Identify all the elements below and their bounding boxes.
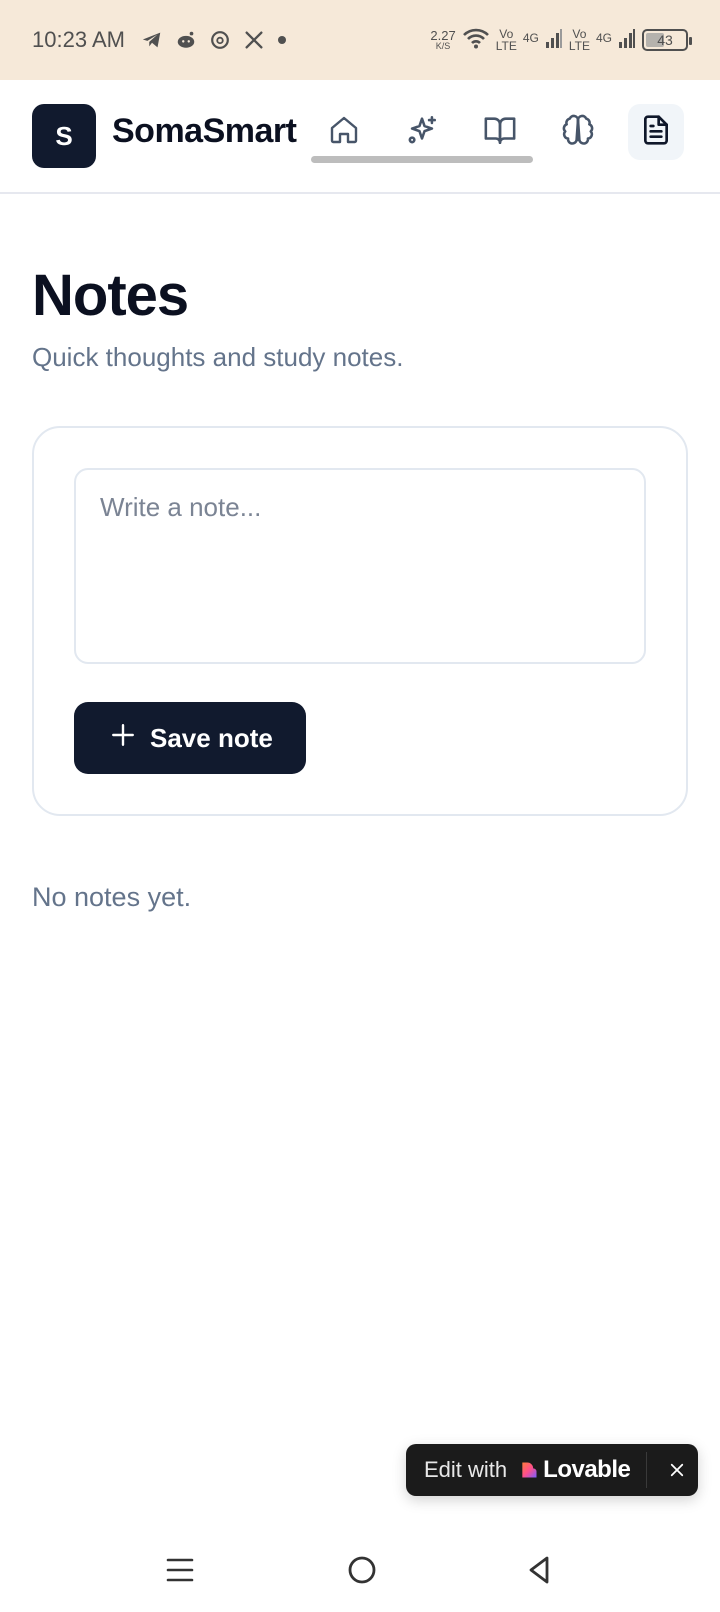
nav-notes[interactable] (628, 104, 684, 160)
lovable-brand: Lovable (543, 1456, 631, 1483)
save-note-label: Save note (150, 722, 273, 753)
note-input[interactable] (74, 468, 646, 664)
status-bar: 10:23 AM 2.27 K/S Vo LTE 4G Vo LTE 4G 43 (0, 0, 720, 80)
lovable-badge[interactable]: Edit with Lovable (406, 1444, 698, 1496)
page-title: Notes (32, 263, 189, 328)
nav-ai[interactable] (394, 104, 450, 160)
brand-name[interactable]: SomaSmart (112, 112, 297, 151)
status-right: 2.27 K/S Vo LTE 4G Vo LTE 4G 43 (430, 27, 692, 54)
logo[interactable]: S (32, 104, 96, 168)
signal-icon (545, 27, 563, 54)
notification-icons (141, 29, 287, 51)
plus-icon (110, 722, 136, 755)
empty-notes-message: No notes yet. (32, 882, 192, 912)
file-text-icon (640, 114, 672, 151)
network-type-1: 4G (522, 30, 539, 45)
close-icon[interactable] (662, 1444, 692, 1496)
network-speed: 2.27 K/S (430, 28, 456, 51)
sparkles-icon (405, 113, 439, 152)
brain-icon (561, 113, 595, 152)
home-icon (328, 114, 360, 151)
network-type-2: 4G (595, 30, 612, 45)
telegram-icon (141, 29, 163, 51)
nav-scrollbar[interactable] (311, 156, 533, 163)
home-button-icon[interactable] (342, 1550, 382, 1590)
x-icon (243, 29, 265, 51)
status-time: 10:23 AM (32, 27, 125, 52)
lovable-divider (646, 1452, 647, 1488)
volte-indicator-2: Vo LTE (568, 27, 590, 53)
book-open-icon (483, 113, 517, 152)
nav-study[interactable] (472, 104, 528, 160)
wifi-icon (462, 27, 490, 54)
app-header: S SomaSmart (0, 80, 720, 194)
volte-indicator-1: Vo LTE (495, 27, 517, 53)
logo-letter: S (55, 120, 73, 151)
lovable-edit-label: Edit with (424, 1457, 508, 1482)
recent-apps-icon[interactable] (160, 1550, 200, 1590)
nav-quiz[interactable] (550, 104, 606, 160)
battery-icon: 43 (642, 29, 692, 51)
reddit-icon (175, 29, 197, 51)
lovable-heart-icon (519, 1460, 539, 1480)
dot-icon (277, 35, 287, 45)
back-icon[interactable] (520, 1550, 560, 1590)
save-note-button[interactable]: Save note (74, 702, 306, 774)
nav-home[interactable] (316, 104, 372, 160)
system-nav-bar (0, 1524, 720, 1612)
signal-icon (618, 27, 636, 54)
page-subtitle: Quick thoughts and study notes. (32, 342, 404, 372)
threads-icon (209, 29, 231, 51)
note-composer-card: Save note (32, 426, 688, 816)
